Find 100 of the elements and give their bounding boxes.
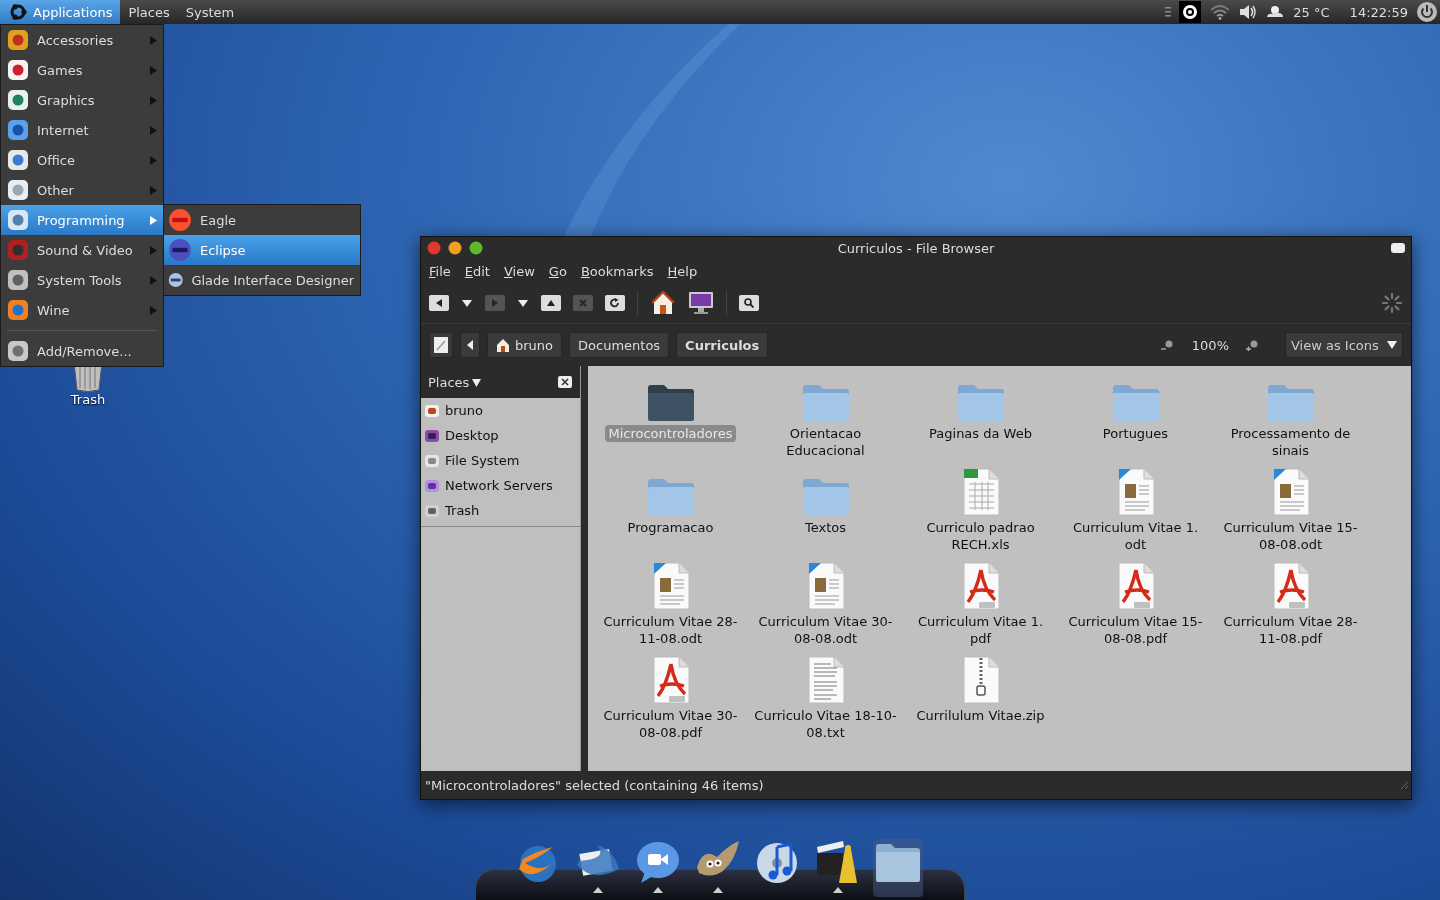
window-title: Curriculos - File Browser xyxy=(837,240,995,256)
zoom-out-icon[interactable] xyxy=(1160,339,1175,351)
menu-bar-item[interactable]: View xyxy=(503,263,535,279)
panel-menu[interactable]: System xyxy=(177,0,243,24)
speaker-icon[interactable] xyxy=(1239,4,1258,20)
pdf-icon[interactable] xyxy=(651,656,690,704)
path-left-button[interactable] xyxy=(460,332,480,358)
document-icon[interactable] xyxy=(1116,468,1155,516)
pdf-icon[interactable] xyxy=(961,562,1000,610)
path-button[interactable]: Documentos xyxy=(569,332,670,358)
menu-item[interactable]: System Tools xyxy=(1,265,163,295)
menu-item[interactable]: Other xyxy=(1,175,163,205)
shade-button[interactable] xyxy=(1391,243,1405,253)
file-name: Curriculum Vitae 28-11-08.odt xyxy=(602,613,739,647)
sidebar-item[interactable]: Trash xyxy=(421,498,580,523)
up-arrow-icon xyxy=(546,298,556,308)
home-button[interactable] xyxy=(650,290,676,316)
sidebar-item[interactable]: File System xyxy=(421,448,580,473)
file-name: Microcontroladores xyxy=(605,425,736,442)
wifi-icon[interactable] xyxy=(1209,4,1232,20)
menu-item[interactable]: Wine xyxy=(1,295,163,325)
caret-icon xyxy=(472,377,482,387)
menu-bar-item[interactable]: Go xyxy=(548,263,567,279)
menu-item[interactable]: Internet xyxy=(1,115,163,145)
file-name: Processamento de sinais xyxy=(1229,425,1352,459)
menu-item[interactable]: Sound & Video xyxy=(1,235,163,265)
letter-logo-icon[interactable] xyxy=(1179,1,1202,23)
zoom-in-icon[interactable] xyxy=(1246,339,1260,351)
file-name: Portugues xyxy=(1101,425,1170,442)
cross-icon xyxy=(578,298,588,308)
menu-item[interactable]: Programming xyxy=(1,205,163,235)
caret-icon xyxy=(462,298,472,308)
panel-menu[interactable]: Places xyxy=(120,0,178,24)
file-name: Curriculum Vitae 1. pdf xyxy=(916,613,1045,647)
document-icon[interactable] xyxy=(806,562,845,610)
menu-item[interactable]: Eagle xyxy=(164,205,360,235)
menu-item[interactable]: Glade Interface Designer xyxy=(164,265,360,295)
menu-bar-item[interactable]: Help xyxy=(667,263,698,279)
sidebar-item[interactable]: bruno xyxy=(421,398,580,423)
zoom-level-text: 100% xyxy=(1191,337,1229,353)
menu-item[interactable]: Add/Remove... xyxy=(1,336,163,366)
right-arrow-icon xyxy=(490,298,500,308)
temperature-text: 25 °C xyxy=(1293,4,1330,20)
view-mode-select[interactable]: View as Icons xyxy=(1285,332,1403,358)
maximize-button[interactable] xyxy=(469,241,483,255)
computer-button[interactable] xyxy=(688,290,714,316)
file-name: Curriculo padrao RECH.xls xyxy=(925,519,1036,553)
clock-text[interactable]: 14:22:59 xyxy=(1349,4,1408,20)
spinner-icon xyxy=(1381,292,1403,314)
monitor-icon xyxy=(688,291,714,315)
status-text: "Microcontroladores" selected (containing 46 items) xyxy=(425,777,764,793)
places-dropdown[interactable]: Places xyxy=(428,374,482,390)
path-button[interactable]: bruno xyxy=(487,332,563,358)
resize-grip-icon[interactable] xyxy=(1399,780,1409,790)
minimize-button[interactable] xyxy=(448,241,462,255)
tile-icon xyxy=(7,179,29,201)
back-button[interactable] xyxy=(429,295,449,311)
folder-icon[interactable] xyxy=(646,384,695,422)
caret-icon xyxy=(1387,340,1397,350)
left-arrow-icon xyxy=(466,340,474,350)
desktop-icon-label[interactable]: Trash xyxy=(70,392,106,407)
logo-icon xyxy=(8,2,28,22)
handle-icon[interactable] xyxy=(1165,6,1172,18)
file-name: Currilulum Vitae.zip xyxy=(915,707,1046,724)
zip-icon[interactable] xyxy=(961,656,1000,704)
pdf-icon[interactable] xyxy=(1116,562,1155,610)
path-button[interactable]: Curriculos xyxy=(676,332,769,358)
file-name: Curriculum Vitae 15-08-08.pdf xyxy=(1067,613,1204,647)
search-button[interactable] xyxy=(739,295,759,311)
power-icon[interactable] xyxy=(1416,1,1438,23)
reload-icon xyxy=(610,298,620,308)
menu-item[interactable]: Graphics xyxy=(1,85,163,115)
file-name: Curriculum Vitae 30-08-08.odt xyxy=(757,613,894,647)
house-icon xyxy=(652,291,674,315)
search-icon xyxy=(744,298,754,308)
file-name: Orientacao Educacional xyxy=(785,425,866,459)
file-name: Programacao xyxy=(626,519,715,536)
sidebar-item[interactable]: Desktop xyxy=(421,423,580,448)
caret-icon xyxy=(518,298,528,308)
menu-item[interactable]: Games xyxy=(1,55,163,85)
menu-bar-item[interactable]: Edit xyxy=(464,263,490,279)
file-name: Curriculo Vitae 18-10-08.txt xyxy=(753,707,898,741)
menu-bar-item[interactable]: Bookmarks xyxy=(580,263,654,279)
menu-item[interactable]: Accessories xyxy=(1,25,163,55)
document-icon[interactable] xyxy=(651,562,690,610)
file-name: Curriculum Vitae 30-08-08.pdf xyxy=(602,707,739,741)
sidebar-item[interactable]: Network Servers xyxy=(421,473,580,498)
file-name: Curriculum Vitae 28-11-08.pdf xyxy=(1222,613,1359,647)
document-icon[interactable] xyxy=(1271,468,1310,516)
reload-button[interactable] xyxy=(605,295,625,311)
close-button[interactable] xyxy=(427,241,441,255)
spreadsheet-icon[interactable] xyxy=(961,468,1000,516)
up-button[interactable] xyxy=(541,295,561,311)
close-icon[interactable] xyxy=(558,376,572,388)
left-arrow-icon xyxy=(434,298,444,308)
pdf-icon[interactable] xyxy=(1271,562,1310,610)
menu-item[interactable]: Office xyxy=(1,145,163,175)
menu-item[interactable]: Eclipse xyxy=(164,235,360,265)
menu-bar-item[interactable]: File xyxy=(429,263,451,279)
location-toggle-button[interactable] xyxy=(429,332,453,358)
